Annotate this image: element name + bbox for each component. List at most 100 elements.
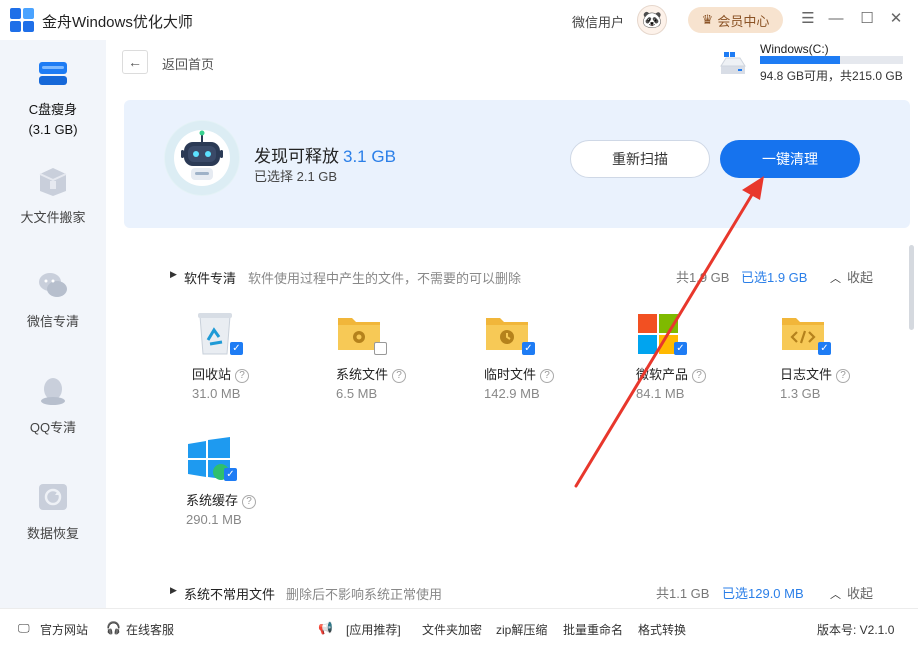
sidebar-item-wechat-clean[interactable]: 微信专清 [0,268,106,330]
vip-center-button[interactable]: ♛ 会员中心 [688,7,783,33]
section-total: 共1.9 GB [676,270,730,285]
file-item-system-files[interactable]: ✓ 系统文件? 6.5 MB [336,310,456,410]
avatar[interactable]: 🐼 [637,5,667,35]
help-icon[interactable]: ? [392,369,407,383]
scrollbar-thumb[interactable] [909,245,914,330]
official-site-link[interactable]: 官方网站 [40,621,88,638]
collapse-label: 收起 [847,270,874,285]
item-name: 回收站? [192,364,250,383]
scan-summary-card: 发现可释放 3.1 GB 已选择 2.1 GB 重新扫描 一键清理 [124,100,910,228]
qq-icon [41,378,65,405]
help-icon[interactable]: ? [540,369,555,383]
sidebar-item-label: 数据恢复 [26,526,79,541]
item-checkbox[interactable]: ✓ [230,342,243,355]
item-checkbox[interactable]: ✓ [818,342,831,355]
sidebar-item-label: 微信专清 [26,314,79,329]
file-item-microsoft-products[interactable]: ✓ 微软产品? 84.1 MB [636,310,756,410]
item-checkbox[interactable]: ✓ [374,342,387,355]
bottom-bar: 🖵 官方网站 🎧 在线客服 📢 [应用推荐] 文件夹加密 zip解压缩 批量重命… [0,608,918,647]
minimize-icon[interactable]: — [826,9,846,29]
arrow-left-icon: ← [128,54,142,70]
recommend-link-format-convert[interactable]: 格式转换 [638,621,686,638]
hard-drive-icon [720,52,746,74]
wechat-icon [39,273,67,297]
one-click-clean-button[interactable]: 一键清理 [720,140,860,178]
help-icon[interactable]: ? [692,369,707,383]
section-desc: 删除后不影响系统正常使用 [286,587,443,602]
item-name-text: 系统缓存 [186,493,239,508]
robot-icon [164,120,240,196]
item-name-text: 回收站 [192,367,232,382]
close-icon[interactable]: ✕ [886,9,906,29]
user-name[interactable]: 微信用户 [572,12,624,31]
vip-center-label: 会员中心 [717,13,770,29]
monitor-icon: 🖵 [18,621,30,635]
file-item-temp-files[interactable]: ✓ 临时文件? 142.9 MB [484,310,604,410]
collapse-label: 收起 [847,586,874,601]
expand-triangle-icon: ▶ [170,269,177,279]
disk-usage-bar [760,56,903,64]
online-service-link[interactable]: 在线客服 [126,621,174,638]
item-checkbox[interactable]: ✓ [224,468,237,481]
collapse-toggle[interactable]: ︿ 收起 [830,583,873,602]
item-name: 系统缓存? [186,490,257,509]
maximize-icon[interactable]: ☐ [857,9,877,29]
found-label-text: 发现可释放 [254,147,339,166]
item-name-text: 临时文件 [484,367,537,382]
file-item-recycle-bin[interactable]: ✓ 回收站? 31.0 MB [192,310,312,410]
item-name-text: 日志文件 [780,367,833,382]
sidebar-item-label: QQ专清 [29,420,77,435]
item-checkbox[interactable]: ✓ [522,342,535,355]
sidebar: C盘瘦身 (3.1 GB) 大文件搬家 微信专清 QQ专清 数据恢复 [0,40,106,608]
app-title: 金舟Windows优化大师 [42,14,193,31]
item-name-text: 系统文件 [336,367,389,382]
found-label: 发现可释放 3.1 GB [254,142,396,167]
version-label: 版本号: V2.1.0 [817,623,895,637]
disk-usage-fill [760,56,841,64]
sidebar-item-qq-clean[interactable]: QQ专清 [0,374,106,436]
found-value: 3.1 GB [343,147,396,166]
recommend-link-zip[interactable]: zip解压缩 [496,621,547,638]
help-icon[interactable]: ? [836,369,851,383]
collapse-toggle[interactable]: ︿ 收起 [830,267,873,286]
item-size: 31.0 MB [192,386,241,401]
rescan-button[interactable]: 重新扫描 [570,140,710,178]
headset-icon: 🎧 [106,621,121,635]
section-desc: 软件使用过程中产生的文件，不需要的可以删除 [248,271,522,286]
section-software-clean-header[interactable]: ▶ 软件专清 软件使用过程中产生的文件，不需要的可以删除 共1.9 GB 已选1… [166,266,886,286]
section-title: 软件专清 [184,271,237,286]
item-name: 临时文件? [484,364,555,383]
section-total: 共1.1 GB [656,586,710,601]
section-uncommon-files-header[interactable]: ▶ 系统不常用文件 删除后不影响系统正常使用 共1.1 GB 已选129.0 M… [166,582,886,602]
menu-icon[interactable]: ☰ [798,9,818,29]
item-size: 290.1 MB [186,512,242,527]
item-size: 6.5 MB [336,386,378,401]
file-item-system-cache[interactable]: ✓ 系统缓存? 290.1 MB [186,436,306,536]
section-selected: 已选1.9 GB [741,270,808,285]
main-panel: ← 返回首页 Windows(C:) 94.8 GB可用，共215.0 GB 发… [106,40,918,608]
file-item-log-files[interactable]: ✓ 日志文件? 1.3 GB [780,310,900,410]
selected-size: 已选择 2.1 GB [254,169,338,184]
expand-triangle-icon: ▶ [170,585,177,595]
sidebar-item-large-file-move[interactable]: 大文件搬家 [0,164,106,226]
item-name: 系统文件? [336,364,407,383]
recommend-link-batch-rename[interactable]: 批量重命名 [563,621,623,638]
restore-icon [39,484,67,510]
disk-info: 94.8 GB可用，共215.0 GB [760,69,903,83]
help-icon[interactable]: ? [242,495,257,509]
sidebar-item-data-recovery[interactable]: 数据恢复 [0,480,106,542]
item-checkbox[interactable]: ✓ [674,342,687,355]
back-button[interactable]: ← [122,50,148,74]
sidebar-item-c-drive-slim[interactable]: C盘瘦身 (3.1 GB) [0,56,106,137]
item-name: 日志文件? [780,364,851,383]
section-selected: 已选129.0 MB [722,586,804,601]
chevron-up-icon: ︿ [830,273,841,285]
app-logo-icon [10,8,34,32]
crown-icon: ♛ [701,12,714,27]
recommend-link-folder-encrypt[interactable]: 文件夹加密 [422,621,482,638]
help-icon[interactable]: ? [235,369,250,383]
back-home-link[interactable]: 返回首页 [162,54,214,73]
disk-name: Windows(C:) [760,42,829,56]
item-size: 142.9 MB [484,386,540,401]
section-title: 系统不常用文件 [184,587,276,602]
